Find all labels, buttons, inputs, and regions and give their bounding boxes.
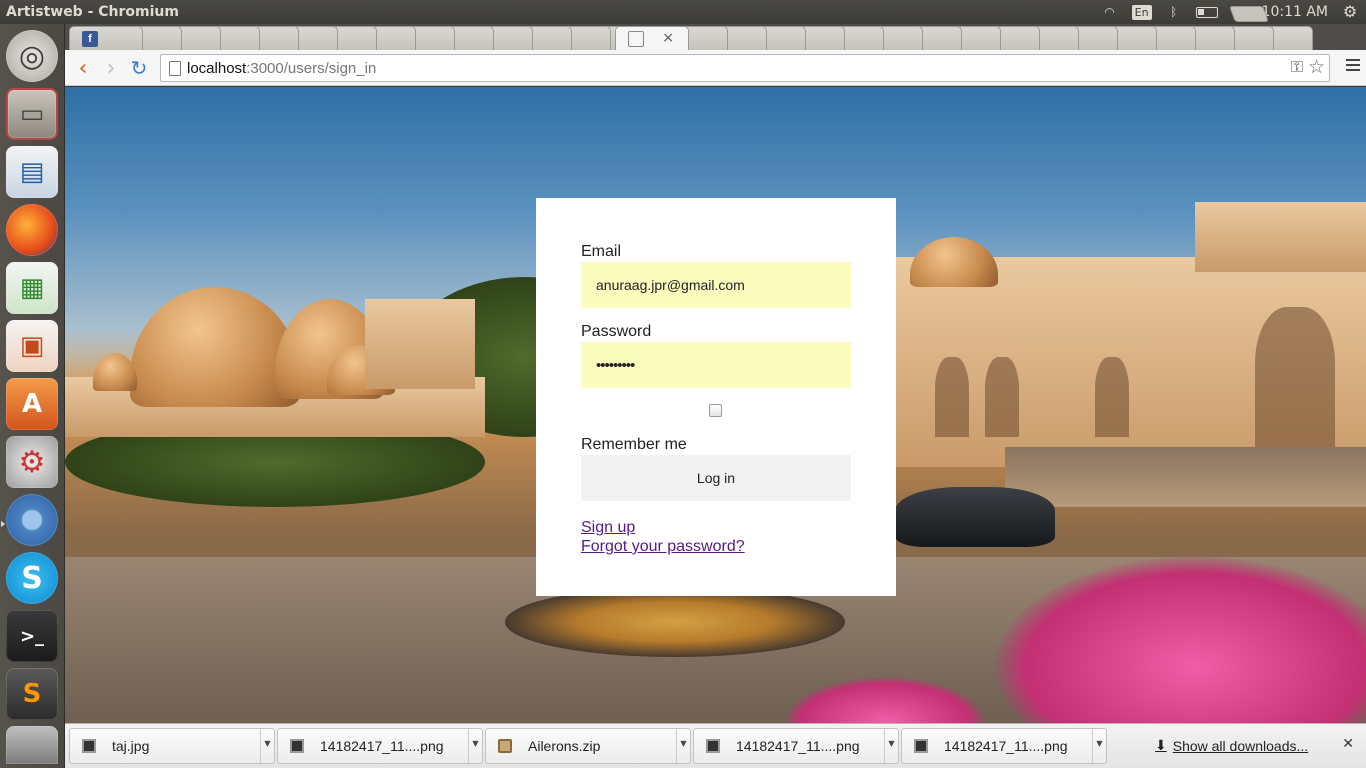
system-settings-icon[interactable]: ⚙: [6, 436, 58, 488]
browser-tabstrip: f≡▮▶YGNGT✿×G≡G✦G≡G≡+3GAG≡Gc◈: [65, 24, 1366, 50]
running-indicator: [1, 521, 5, 527]
key-icon[interactable]: ⚿: [1291, 59, 1303, 77]
reload-icon[interactable]: ↻: [127, 56, 151, 80]
calc-icon[interactable]: ▦: [6, 262, 58, 314]
download-item[interactable]: taj.jpg ▼: [69, 728, 275, 764]
bluetooth-icon[interactable]: ᛒ: [1166, 5, 1182, 19]
parked-car: [895, 487, 1055, 547]
active-tab-icon: [628, 30, 644, 47]
impress-icon[interactable]: ▣: [6, 320, 58, 372]
download-item[interactable]: 14182417_11....png ▼: [277, 728, 483, 764]
tab-active[interactable]: ×: [615, 26, 689, 50]
download-filename: 14182417_11....png: [736, 738, 860, 754]
password-field[interactable]: [581, 342, 851, 388]
arcade-arch: [1255, 307, 1335, 447]
download-item[interactable]: Ailerons.zip ▼: [485, 728, 691, 764]
browser-toolbar: ‹ › ↻ localhost:3000/users/sign_in ⚿ ☆: [65, 50, 1366, 86]
chevron-down-icon[interactable]: ▼: [260, 729, 274, 763]
download-filename: 14182417_11....png: [944, 738, 1068, 754]
skype-icon[interactable]: S: [6, 552, 58, 604]
chromium-icon[interactable]: [6, 494, 58, 546]
zip-file-icon: [498, 739, 512, 753]
facebook-icon: f: [82, 30, 98, 47]
palace-tower: [365, 299, 475, 389]
palace-battlement: [1195, 202, 1366, 272]
battery-icon[interactable]: [1195, 6, 1218, 18]
download-shelf: taj.jpg ▼ 14182417_11....png ▼ Ailerons.…: [65, 723, 1366, 768]
arcade-arch: [935, 357, 969, 437]
firefox-icon[interactable]: [6, 204, 58, 256]
writer-icon[interactable]: ▤: [6, 146, 58, 198]
image-file-icon: [706, 739, 720, 753]
chevron-down-icon[interactable]: ▼: [1092, 729, 1106, 763]
chevron-down-icon[interactable]: ▼: [468, 729, 482, 763]
wifi-icon[interactable]: ◠: [1102, 5, 1118, 19]
software-center-icon[interactable]: A: [6, 378, 58, 430]
login-card: Email Password Remember me Log in Sign u…: [536, 198, 896, 596]
close-icon[interactable]: ✕: [1342, 736, 1354, 752]
download-filename: Ailerons.zip: [528, 738, 601, 754]
browser-tab[interactable]: f: [69, 26, 143, 50]
forward-arrow-icon[interactable]: ›: [99, 56, 123, 81]
dome: [910, 237, 998, 287]
arcade-arch: [1095, 357, 1129, 437]
image-file-icon: [82, 739, 96, 753]
bookmark-star-icon[interactable]: ☆: [1308, 56, 1325, 79]
file-manager-icon[interactable]: ▭: [6, 88, 58, 140]
download-filename: taj.jpg: [112, 738, 150, 754]
window-title: Artistweb - Chromium: [6, 4, 179, 20]
email-field[interactable]: [581, 262, 851, 308]
dome: [93, 353, 137, 391]
chevron-down-icon[interactable]: ▼: [676, 729, 690, 763]
page-icon: [169, 61, 181, 76]
sign-up-link[interactable]: Sign up: [581, 518, 852, 537]
address-bar[interactable]: localhost:3000/users/sign_in ⚿ ☆: [160, 54, 1330, 82]
email-label: Email: [581, 243, 622, 260]
keyboard-language-indicator[interactable]: En: [1131, 4, 1152, 20]
download-item[interactable]: 14182417_11....png ▼: [901, 728, 1107, 764]
system-top-panel: Artistweb - Chromium ◠ En ᛒ ◁× 10:11 AM …: [0, 0, 1366, 24]
terminal-icon[interactable]: >_: [6, 610, 58, 662]
download-filename: 14182417_11....png: [320, 738, 444, 754]
chevron-down-icon[interactable]: ▼: [884, 729, 898, 763]
new-tab-button[interactable]: [1229, 6, 1269, 22]
sublime-text-icon[interactable]: S: [6, 668, 58, 720]
log-in-button[interactable]: Log in: [581, 455, 851, 501]
download-arrow-icon: ⬇: [1155, 737, 1167, 753]
close-tab-icon[interactable]: ×: [662, 30, 674, 46]
remember-me-checkbox[interactable]: [709, 404, 722, 417]
forgot-password-link[interactable]: Forgot your password?: [581, 537, 852, 556]
back-arrow-icon[interactable]: ‹: [71, 56, 95, 81]
reflecting-pool: [1005, 447, 1366, 507]
unity-launcher: ◎ ▭ ▤ ▦ ▣ A ⚙ S >_ S: [0, 24, 65, 768]
sun-fountain: [505, 587, 845, 657]
arcade-arch: [985, 357, 1019, 437]
settings-gear-icon[interactable]: ⚙: [1342, 4, 1358, 20]
hamburger-menu-icon[interactable]: [1346, 59, 1360, 73]
remember-me-label: Remember me: [581, 436, 687, 453]
password-label: Password: [581, 323, 652, 340]
ubuntu-dash-icon[interactable]: ◎: [6, 30, 58, 82]
show-all-downloads-link[interactable]: ⬇ Show all downloads...: [1155, 737, 1308, 754]
clock[interactable]: 10:11 AM: [1262, 4, 1328, 20]
url-path: :3000/users/sign_in: [246, 59, 377, 77]
show-all-downloads-label: Show all downloads...: [1172, 737, 1309, 754]
trash-icon[interactable]: [6, 726, 58, 764]
url-host: localhost: [187, 59, 247, 77]
image-file-icon: [914, 739, 928, 753]
image-file-icon: [290, 739, 304, 753]
download-item[interactable]: 14182417_11....png ▼: [693, 728, 899, 764]
page-viewport: Email Password Remember me Log in Sign u…: [65, 87, 1366, 723]
